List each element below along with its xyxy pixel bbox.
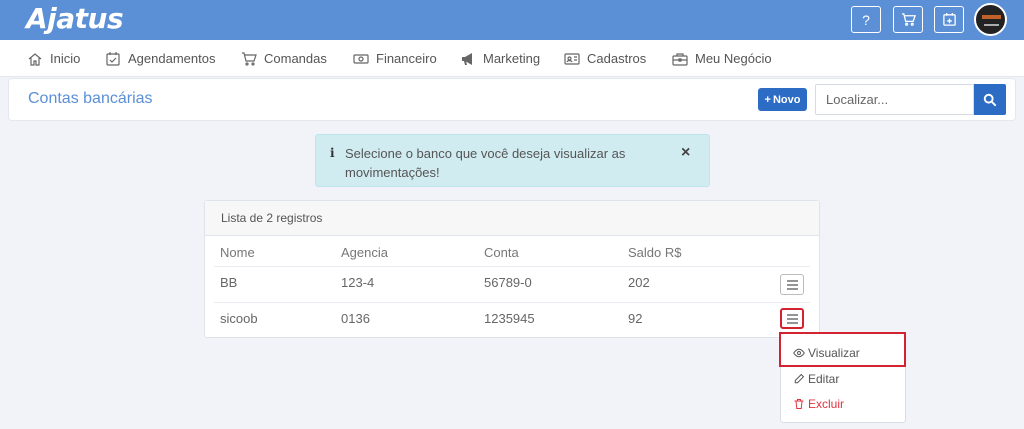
- search-button[interactable]: [974, 84, 1006, 115]
- cell-agencia: 123-4: [341, 275, 375, 290]
- bank-accounts-list: Lista de 2 registros Nome Agencia Conta …: [204, 200, 820, 338]
- calendar-check-icon: [106, 51, 120, 66]
- nav-item-marketing[interactable]: Marketing: [460, 40, 540, 77]
- money-icon: [353, 53, 369, 64]
- list-header: Lista de 2 registros: [205, 201, 819, 236]
- help-icon: ?: [862, 11, 870, 28]
- cell-nome: sicoob: [220, 311, 258, 326]
- nav-item-label: Cadastros: [587, 51, 647, 66]
- menu-item-excluir[interactable]: Excluir: [793, 397, 844, 411]
- nav-item-label: Marketing: [483, 51, 541, 66]
- column-header-agencia: Agencia: [341, 245, 388, 260]
- calendar-add-icon: [942, 12, 956, 26]
- row-divider: [214, 302, 810, 303]
- column-header-conta: Conta: [484, 245, 519, 260]
- nav-item-inicio[interactable]: Inicio: [27, 40, 80, 77]
- nav-item-label: Inicio: [50, 51, 81, 66]
- avatar-graphic-line: [984, 24, 999, 26]
- megaphone-icon: [462, 52, 472, 65]
- highlight-box: [779, 332, 906, 367]
- cell-saldo: 202: [628, 275, 650, 290]
- calendar-add-button[interactable]: [934, 6, 964, 33]
- info-alert: i Selecione o banco que você deseja visu…: [315, 134, 710, 187]
- top-bar: Ajatus ?: [0, 0, 1024, 40]
- menu-item-label: Excluir: [808, 397, 845, 411]
- nav-item-label: Agendamentos: [128, 51, 216, 66]
- menu-icon: [786, 313, 798, 324]
- cart-button[interactable]: [893, 6, 923, 33]
- cart-icon: [242, 51, 257, 66]
- list-summary: Lista de 2 registros: [221, 211, 323, 225]
- search-icon: [983, 93, 997, 106]
- nav-item-agendamentos[interactable]: Agendamentos: [105, 40, 215, 77]
- menu-icon: [786, 279, 798, 290]
- avatar-graphic: [982, 15, 1001, 19]
- row-divider: [214, 266, 810, 267]
- nav-item-comandas[interactable]: Comandas: [241, 40, 327, 77]
- close-icon[interactable]: ×: [681, 143, 690, 162]
- nav-item-financeiro[interactable]: Financeiro: [353, 40, 437, 77]
- plus-icon: +: [764, 93, 771, 106]
- id-card-icon: [564, 52, 580, 65]
- row-actions-button[interactable]: [780, 308, 804, 329]
- nav-item-cadastros[interactable]: Cadastros: [564, 40, 646, 77]
- nav-item-meu-negocio[interactable]: Meu Negócio: [672, 40, 772, 77]
- cell-conta: 1235945: [484, 311, 535, 326]
- cart-icon: [901, 13, 916, 26]
- cell-nome: BB: [220, 275, 238, 290]
- page-title: Contas bancárias: [28, 90, 153, 107]
- new-button-label: Novo: [772, 93, 801, 106]
- nav-item-label: Comandas: [264, 51, 327, 66]
- column-header-nome: Nome: [220, 245, 255, 260]
- column-header-saldo: Saldo R$: [628, 245, 682, 260]
- app-logo[interactable]: Ajatus: [26, 2, 124, 35]
- alert-message: Selecione o banco que você deseja visual…: [345, 146, 626, 180]
- search-input[interactable]: [815, 84, 974, 115]
- nav-item-label: Meu Negócio: [695, 51, 772, 66]
- menu-item-editar[interactable]: Editar: [793, 372, 839, 386]
- row-actions-button[interactable]: [780, 274, 804, 295]
- help-button[interactable]: ?: [851, 6, 881, 33]
- info-icon: i: [330, 146, 335, 160]
- new-button[interactable]: + Novo: [758, 88, 807, 111]
- menu-item-label: Editar: [808, 372, 840, 386]
- briefcase-icon: [672, 52, 688, 66]
- pencil-icon: [794, 373, 805, 384]
- cell-saldo: 92: [628, 311, 643, 326]
- home-icon: [28, 52, 42, 66]
- main-nav: Inicio Agendamentos Comandas Financeiro …: [0, 40, 1024, 77]
- page-header: Contas bancárias + Novo: [8, 78, 1016, 121]
- user-avatar[interactable]: [974, 3, 1007, 36]
- trash-icon: [794, 399, 804, 409]
- cell-agencia: 0136: [341, 311, 370, 326]
- cell-conta: 56789-0: [484, 275, 532, 290]
- nav-item-label: Financeiro: [376, 51, 437, 66]
